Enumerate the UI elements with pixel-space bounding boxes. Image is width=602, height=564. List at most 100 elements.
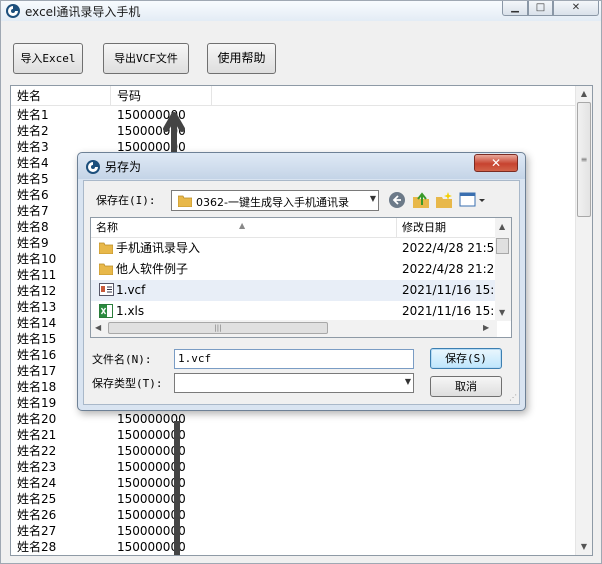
file-row[interactable]: 他人软件例子 2022/4/28 21:2 (91, 259, 497, 280)
app-logo-icon (86, 160, 100, 174)
contact-name: 姓名23 (17, 460, 57, 474)
contact-name: 姓名27 (17, 524, 57, 538)
contact-name: 姓名20 (17, 412, 57, 426)
contact-name: 姓名25 (17, 492, 57, 506)
file-row-selected[interactable]: 1.vcf 2021/11/16 15: (91, 280, 497, 301)
contact-phone: 150000000 (117, 540, 186, 554)
dropdown-arrow-icon: ▼ (369, 194, 376, 203)
column-header-name[interactable]: 姓名 (11, 86, 111, 106)
contact-name: 姓名9 (17, 236, 49, 250)
contact-phone: 150000000 (117, 508, 186, 522)
contact-phone: 150000000 (117, 428, 186, 442)
contact-name: 姓名14 (17, 316, 57, 330)
file-row[interactable]: 1.xls 2021/11/16 15: (91, 301, 497, 322)
file-name-label: 文件名(N): (92, 353, 152, 366)
new-folder-icon[interactable] (435, 191, 453, 209)
dropdown-arrow-icon: ▼ (404, 377, 411, 386)
window-title: excel通讯录导入手机 (25, 5, 141, 19)
contact-name: 姓名8 (17, 220, 49, 234)
file-type-dropdown[interactable]: ▼ (174, 373, 414, 393)
file-date: 2021/11/16 15: (402, 283, 495, 297)
file-name: 1.vcf (116, 283, 146, 297)
help-button[interactable]: 使用帮助 (207, 43, 276, 74)
contact-name: 姓名19 (17, 396, 57, 410)
save-button[interactable]: 保存(S) (430, 348, 502, 369)
resize-grip-icon[interactable]: ⋰ (509, 393, 517, 402)
title-bar: excel通讯录导入手机 ▁ □ ✕ (1, 1, 601, 21)
contact-name: 姓名3 (17, 140, 49, 154)
minimize-button[interactable]: ▁ (502, 1, 528, 16)
excel-file-icon (99, 304, 113, 318)
import-excel-button[interactable]: 导入Excel (13, 43, 83, 74)
contact-name: 姓名10 (17, 252, 57, 266)
contact-name: 姓名6 (17, 188, 49, 202)
file-name: 他人软件例子 (116, 262, 189, 276)
scroll-up-arrow[interactable]: ▲ (576, 86, 592, 102)
scroll-right-arrow[interactable]: ▶ (483, 323, 489, 332)
save-as-dialog: 另存为 ✕ 保存在(I): 0362-一键生成导入手机通讯录 ▼ 名称 ▲ 修改… (77, 152, 526, 411)
list-item[interactable]: 姓名23 150000000 (11, 459, 577, 475)
contact-phone: 150000000 (117, 492, 186, 506)
list-item[interactable]: 姓名1 150000000 (11, 107, 577, 123)
contact-name: 姓名16 (17, 348, 57, 362)
contact-name: 姓名11 (17, 268, 57, 282)
current-folder: 0362-一键生成导入手机通讯录 (196, 196, 349, 209)
file-type-label: 保存类型(T): (92, 377, 163, 390)
up-folder-icon[interactable] (412, 191, 430, 209)
list-item[interactable]: 姓名24 150000000 (11, 475, 577, 491)
scroll-thumb[interactable]: ≡ (577, 102, 591, 217)
contact-name: 姓名15 (17, 332, 57, 346)
file-date: 2021/11/16 15: (402, 304, 495, 318)
file-list-header: 名称 ▲ 修改日期 (91, 218, 497, 238)
contact-name: 姓名22 (17, 444, 57, 458)
contact-name: 姓名12 (17, 284, 57, 298)
list-item[interactable]: 姓名22 150000000 (11, 443, 577, 459)
column-header-phone[interactable]: 号码 (111, 86, 212, 106)
save-in-label: 保存在(I): (96, 194, 156, 207)
maximize-button[interactable]: □ (528, 1, 553, 16)
view-menu-icon[interactable] (459, 191, 487, 209)
contact-name: 姓名2 (17, 124, 49, 138)
export-vcf-button[interactable]: 导出VCF文件 (103, 43, 189, 74)
scroll-up-arrow[interactable]: ▲ (499, 222, 505, 231)
contact-phone: 150000000 (117, 124, 186, 138)
list-header: 姓名 号码 (11, 86, 577, 106)
contact-phone: 150000000 (117, 412, 186, 426)
list-item[interactable]: 姓名25 150000000 (11, 491, 577, 507)
column-label-file-name: 名称 (96, 221, 118, 234)
dialog-close-button[interactable]: ✕ (474, 154, 518, 172)
list-item[interactable]: 姓名27 150000000 (11, 523, 577, 539)
contact-name: 姓名18 (17, 380, 57, 394)
scroll-down-arrow[interactable]: ▼ (576, 539, 592, 555)
file-list-horizontal-scrollbar[interactable]: ◀ ||| ▶ (91, 320, 497, 337)
list-item[interactable]: 姓名26 150000000 (11, 507, 577, 523)
file-row[interactable]: 手机通讯录导入 2022/4/28 21:5 (91, 238, 497, 259)
dialog-title-bar[interactable]: 另存为 ✕ (78, 153, 525, 179)
list-vertical-scrollbar[interactable]: ▲ ≡ ▼ (575, 86, 592, 555)
list-item[interactable]: 姓名2 150000000 (11, 123, 577, 139)
back-icon[interactable] (388, 191, 406, 209)
save-in-dropdown[interactable]: 0362-一键生成导入手机通讯录 ▼ (171, 190, 379, 211)
file-list[interactable]: 名称 ▲ 修改日期 手机通讯录导入 2022/4/28 21:5 他人软件例子 … (90, 217, 512, 338)
contact-name: 姓名5 (17, 172, 49, 186)
contact-name: 姓名4 (17, 156, 49, 170)
contact-name: 姓名1 (17, 108, 49, 122)
column-header-modified-date[interactable]: 修改日期 (397, 218, 497, 238)
list-item[interactable]: 姓名20 150000000 (11, 411, 577, 427)
scroll-thumb[interactable]: ||| (108, 322, 328, 334)
cancel-button[interactable]: 取消 (430, 376, 502, 397)
file-list-vertical-scrollbar[interactable]: ▲ ▼ (495, 218, 511, 321)
file-name-input[interactable]: 1.vcf (174, 349, 414, 369)
contact-name: 姓名17 (17, 364, 57, 378)
close-button[interactable]: ✕ (553, 1, 599, 16)
scroll-left-arrow[interactable]: ◀ (95, 323, 101, 332)
list-item[interactable]: 姓名28 150000000 (11, 539, 577, 555)
contact-name: 姓名21 (17, 428, 57, 442)
scroll-thumb[interactable] (496, 238, 509, 254)
list-item[interactable]: 姓名21 150000000 (11, 427, 577, 443)
contact-name: 姓名26 (17, 508, 57, 522)
dialog-title: 另存为 (105, 160, 142, 174)
scroll-down-arrow[interactable]: ▼ (499, 308, 505, 317)
file-date: 2022/4/28 21:2 (402, 262, 495, 276)
column-header-file-name[interactable]: 名称 ▲ (91, 218, 397, 238)
